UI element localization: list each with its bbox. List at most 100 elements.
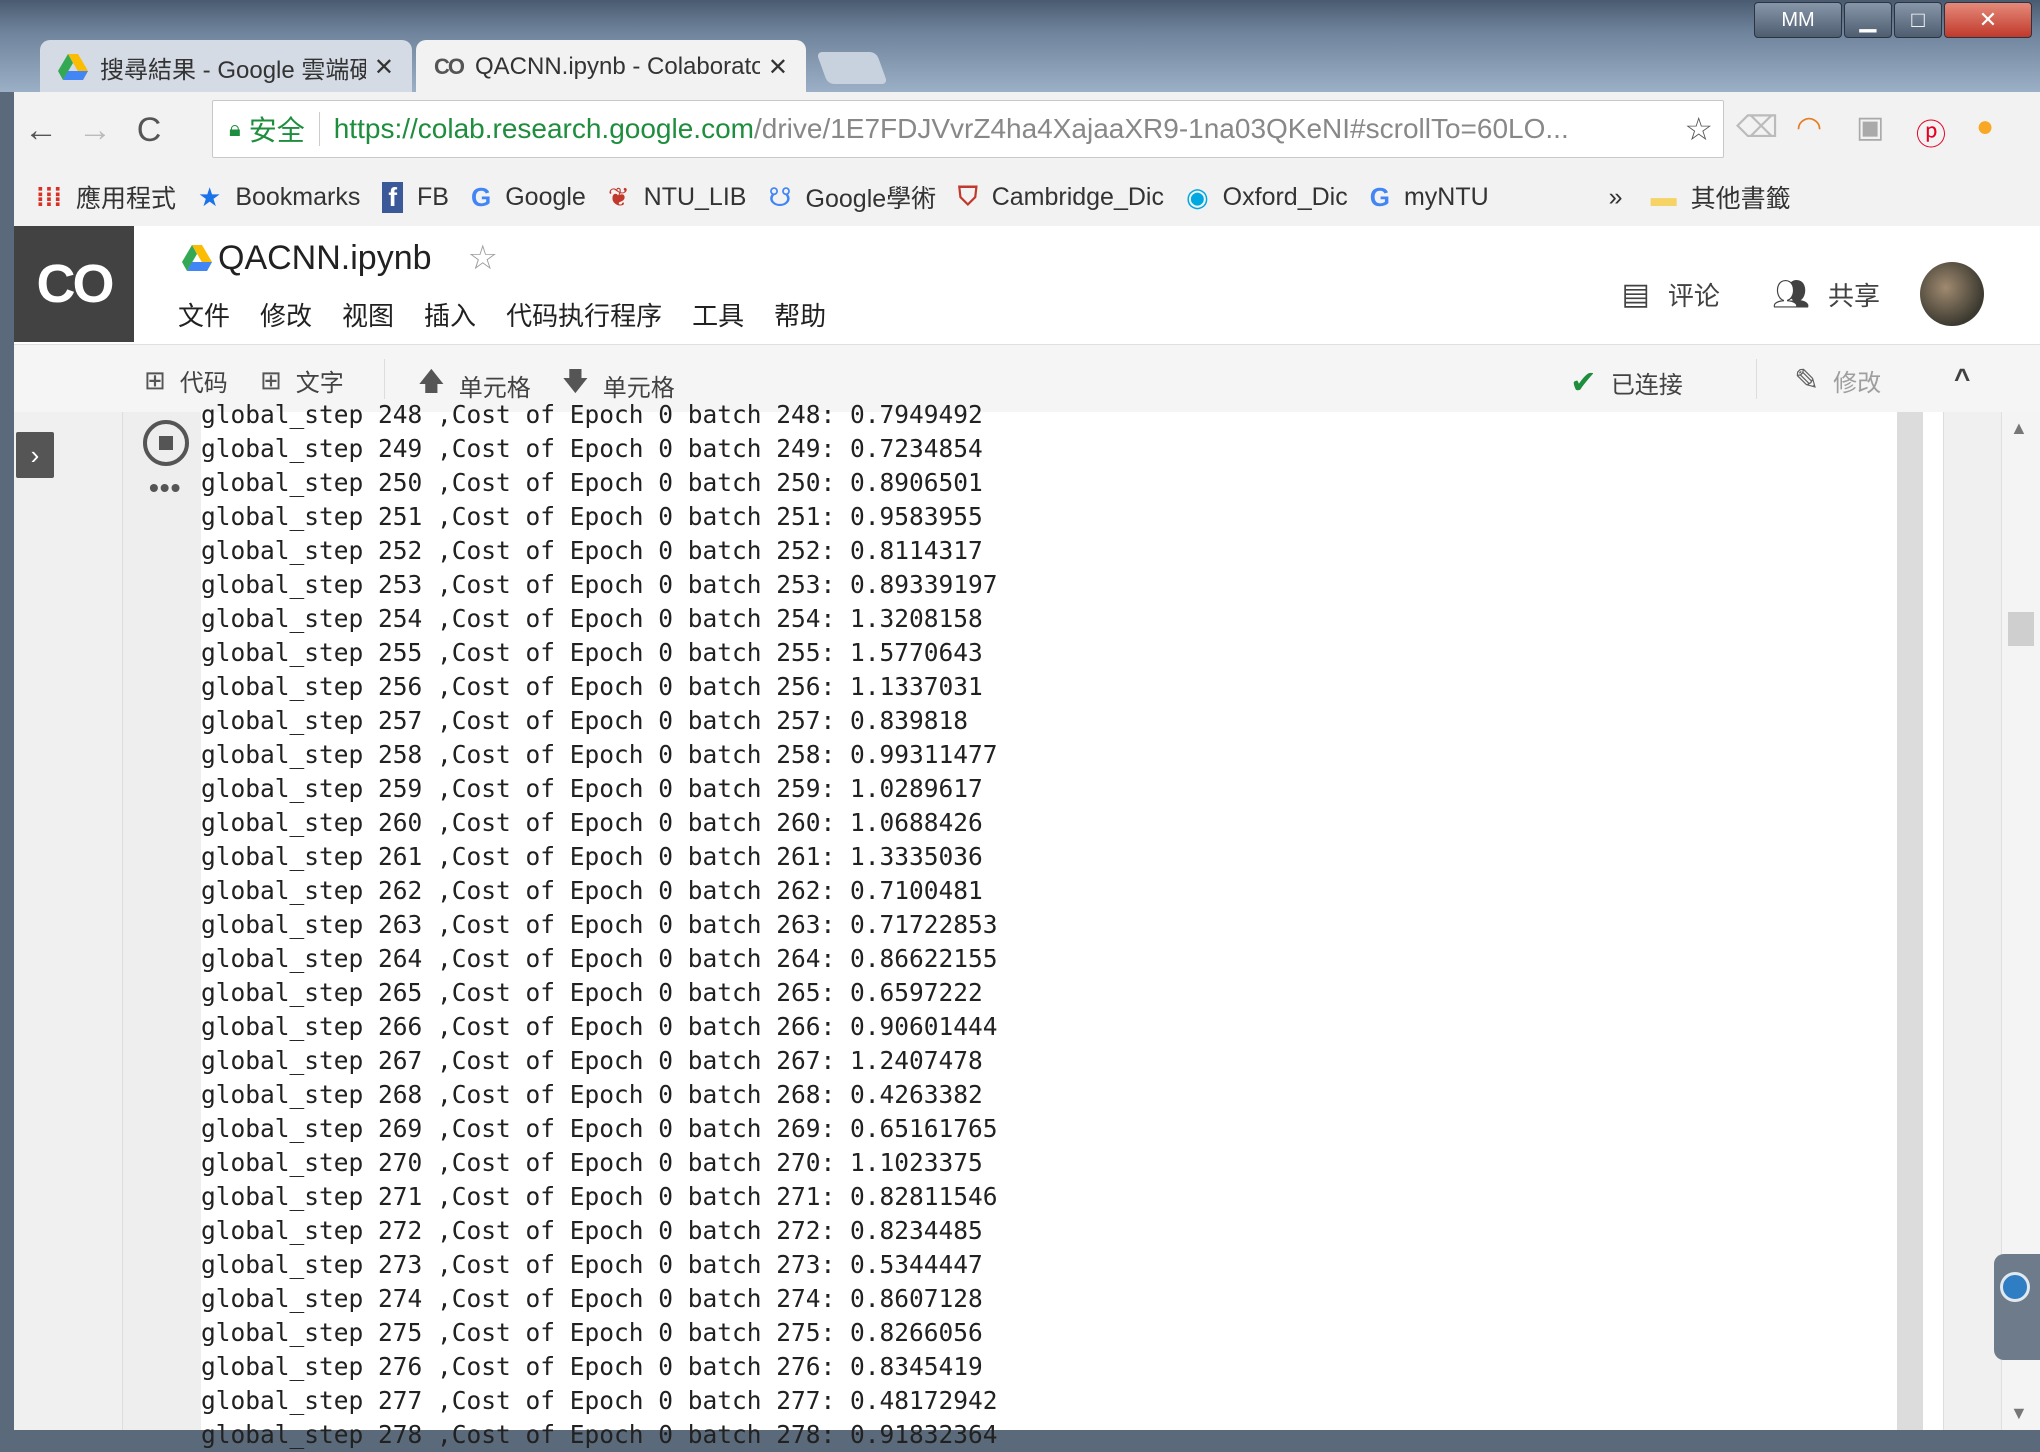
profile-button[interactable]: MM (1754, 2, 1842, 38)
output-line: global_step 272 ,Cost of Epoch 0 batch 2… (201, 1216, 983, 1245)
scrollbar-thumb[interactable] (2008, 612, 2034, 646)
output-line: global_step 264 ,Cost of Epoch 0 batch 2… (201, 944, 998, 973)
maximize-button[interactable]: □ (1894, 2, 1942, 38)
teamviewer-icon (2000, 1272, 2030, 1302)
notebook-title-row: QACNN.ipynb ☆ (182, 238, 498, 278)
bookmark-label: Google (505, 182, 586, 211)
bookmark-myntu[interactable]: GmyNTU (1370, 182, 1489, 213)
bookmark-label: myNTU (1403, 182, 1489, 211)
chevron-double-right-icon: » (1608, 182, 1623, 211)
menu-bar: 文件 修改 视图 插入 代码执行程序 工具 帮助 (178, 296, 826, 333)
bookmark-google[interactable]: G Google (471, 182, 586, 213)
comment-label: 评论 (1667, 280, 1720, 311)
output-scrollbar[interactable] (1897, 412, 1923, 1430)
rainbow-extension-icon[interactable]: ◠ (1796, 110, 1822, 145)
colab-page: CO QACNN.ipynb ☆ 文件 修改 视图 插入 代码执行程序 工具 帮… (14, 226, 2040, 1449)
menu-runtime[interactable]: 代码执行程序 (506, 296, 662, 333)
output-line: global_step 252 ,Cost of Epoch 0 batch 2… (201, 536, 983, 565)
add-text-button[interactable]: ⊞ 文字 (260, 363, 344, 398)
cell-gutter: ••• (123, 412, 201, 1430)
chevron-up-icon: ^ (1954, 363, 1971, 394)
menu-view[interactable]: 视图 (342, 296, 394, 333)
bookmark-other[interactable]: ▬ 其他書籤 (1651, 179, 1791, 215)
alert-extension-icon[interactable]: ● (1976, 110, 1994, 144)
output-line: global_step 278 ,Cost of Epoch 0 batch 2… (201, 1420, 998, 1449)
pinterest-icon[interactable]: ⓟ (1916, 110, 1946, 154)
bookmark-fb[interactable]: f FB (382, 181, 449, 213)
sidebar-toggle-button[interactable]: › (16, 432, 54, 478)
menu-tools[interactable]: 工具 (692, 296, 744, 333)
bookmark-cambridge[interactable]: ⛉ Cambridge_Dic (958, 181, 1164, 213)
tab-title: QACNN.ipynb - Colaboratory (475, 53, 760, 80)
output-line: global_step 271 ,Cost of Epoch 0 batch 2… (201, 1182, 998, 1211)
output-line: global_step 263 ,Cost of Epoch 0 batch 2… (201, 910, 998, 939)
avatar[interactable] (1920, 262, 1984, 326)
runtime-status-button[interactable]: ✔ 已连接 (1570, 363, 1683, 401)
menu-insert[interactable]: 插入 (424, 296, 476, 333)
output-line: global_step 268 ,Cost of Epoch 0 batch 2… (201, 1080, 983, 1109)
header-actions: ▤ 评论 👥︎ 共享 (1570, 262, 1984, 326)
add-code-button[interactable]: ⊞ 代码 (144, 363, 228, 398)
tab-drive-search[interactable]: 搜尋結果 - Google 雲端硬碟 ✕ (40, 40, 412, 94)
minimize-button[interactable]: ▁ (1844, 2, 1892, 38)
url-path: /drive/1E7FDJVvrZ4ha4XajaaXR9-1na03QKeNI… (753, 113, 1569, 144)
bookmark-google-scholar[interactable]: ☋ Google學術 (768, 179, 936, 215)
output-line: global_step 274 ,Cost of Epoch 0 batch 2… (201, 1284, 983, 1313)
checkmark-icon: ✔ (1570, 364, 1597, 400)
bookmark-bookmarks[interactable]: ★ Bookmarks (198, 182, 360, 213)
collapse-header-button[interactable]: ^ (1954, 363, 1970, 395)
code-cell[interactable]: ••• global_step 248 ,Cost of Epoch 0 bat… (122, 400, 1944, 1449)
eraser-extension-icon[interactable]: ⌫ (1736, 110, 1778, 145)
floating-extension-widget[interactable] (1994, 1254, 2040, 1360)
menu-file[interactable]: 文件 (178, 296, 230, 333)
bookmark-label: Oxford_Dic (1222, 182, 1348, 211)
facebook-icon: f (382, 181, 404, 213)
menu-help[interactable]: 帮助 (774, 296, 826, 333)
edit-button[interactable]: ✎ 修改 (1794, 363, 1881, 398)
forward-button[interactable]: → (68, 111, 122, 150)
output-line: global_step 256 ,Cost of Epoch 0 batch 2… (201, 672, 983, 701)
new-tab-button[interactable] (816, 52, 888, 84)
bookmark-label: Cambridge_Dic (991, 182, 1164, 211)
comment-icon: ▤ (1621, 277, 1650, 311)
bookmark-oxford[interactable]: ◉ Oxford_Dic (1186, 182, 1348, 213)
output-line: global_step 260 ,Cost of Epoch 0 batch 2… (201, 808, 983, 837)
tab-colab-notebook[interactable]: CO QACNN.ipynb - Colaboratory ✕ (416, 40, 806, 94)
bookmarks-bar: ⁞⁞⁞ 應用程式 ★ Bookmarks f FB G Google ❦ NTU_LIB … (14, 168, 2040, 227)
folder-icon: ▬ (1650, 181, 1677, 212)
address-bar[interactable]: 🔒︎ 安全 https://colab.research.google.com … (212, 100, 1724, 158)
bookmarks-overflow-button[interactable]: » (1609, 183, 1623, 212)
output-line: global_step 267 ,Cost of Epoch 0 batch 2… (201, 1046, 983, 1075)
more-options-icon[interactable]: ••• (149, 472, 181, 504)
menu-edit[interactable]: 修改 (260, 296, 312, 333)
add-text-label: 文字 (295, 370, 344, 397)
notebook-title[interactable]: QACNN.ipynb (218, 239, 432, 278)
back-button[interactable]: ← (14, 111, 68, 150)
colab-logo[interactable]: CO (14, 226, 134, 342)
stop-execution-button[interactable] (143, 420, 189, 466)
bookmark-ntu-lib[interactable]: ❦ NTU_LIB (608, 182, 747, 213)
output-line: global_step 273 ,Cost of Epoch 0 batch 2… (201, 1250, 983, 1279)
plus-box-icon: ⊞ (144, 365, 166, 395)
google-icon: G (470, 181, 492, 212)
bookmark-apps[interactable]: ⁞⁞⁞ 應用程式 (36, 179, 176, 215)
close-window-button[interactable]: ✕ (1944, 2, 2032, 38)
tab-close-icon[interactable]: ✕ (768, 53, 788, 82)
share-button[interactable]: 👥︎ 共享 (1772, 276, 1880, 313)
star-icon[interactable]: ☆ (468, 238, 498, 278)
scroll-down-arrow[interactable]: ▼ (2010, 1403, 2028, 1424)
colab-icon: CO (434, 54, 465, 79)
pencil-icon: ✎ (1794, 364, 1820, 397)
reload-button[interactable]: C (122, 111, 176, 150)
output-line: global_step 275 ,Cost of Epoch 0 batch 2… (201, 1318, 983, 1347)
google-drive-icon (58, 54, 88, 80)
tab-close-icon[interactable]: ✕ (374, 53, 394, 82)
bookmark-label: 其他書籤 (1690, 185, 1791, 213)
camera-extension-icon[interactable]: ▣ (1856, 110, 1884, 145)
window-controls: MM ▁ □ ✕ (1754, 2, 2032, 38)
comment-button[interactable]: ▤ 评论 (1622, 276, 1720, 313)
scroll-up-arrow[interactable]: ▲ (2010, 418, 2028, 439)
google-scholar-icon: ☋ (768, 181, 792, 212)
bookmark-star-icon[interactable]: ☆ (1684, 110, 1713, 148)
output-line: global_step 258 ,Cost of Epoch 0 batch 2… (201, 740, 998, 769)
